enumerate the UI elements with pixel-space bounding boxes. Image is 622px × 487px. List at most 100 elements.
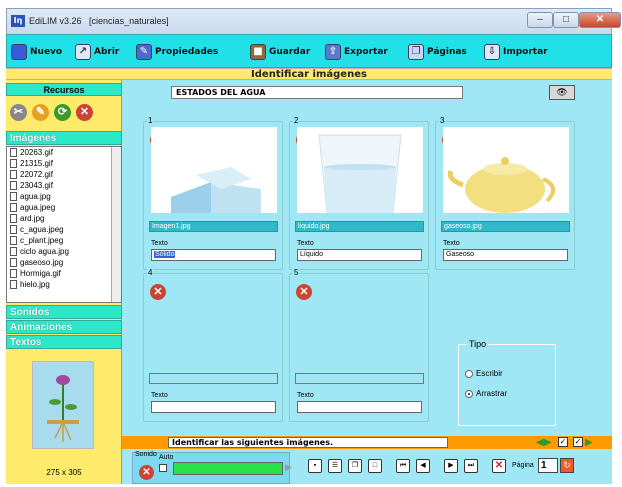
checkbox-icon-2[interactable]: ✓ bbox=[573, 437, 583, 447]
list-item[interactable]: agua.jpg bbox=[7, 191, 121, 202]
open-folder-icon: ↗ bbox=[75, 44, 91, 60]
edit-icon[interactable]: ✎ bbox=[32, 104, 49, 121]
toolbar-save-label: Guardar bbox=[269, 47, 311, 57]
delete-page-button[interactable]: ✕ bbox=[492, 459, 506, 473]
section-images[interactable]: Imágenes bbox=[6, 131, 122, 145]
list-item[interactable]: Hormiga.gif bbox=[7, 268, 121, 279]
list-item[interactable]: gaseoso.jpg bbox=[7, 257, 121, 268]
file-icon bbox=[10, 258, 17, 267]
auto-checkbox[interactable] bbox=[159, 464, 167, 472]
auto-label: Auto bbox=[159, 454, 174, 461]
card-text-label: Texto bbox=[151, 392, 168, 399]
card-text-input[interactable] bbox=[297, 401, 422, 413]
main-toolbar: Nuevo ↗ Abrir ✎ Propiedades ■ Guardar ⇪ Expo… bbox=[6, 34, 612, 68]
page-title-input[interactable]: ESTADOS DEL AGUA bbox=[171, 86, 463, 99]
list-item[interactable]: hielo.jpg bbox=[7, 279, 121, 290]
first-page-button[interactable]: ⏮ bbox=[396, 459, 410, 473]
card-image-teapot[interactable] bbox=[443, 127, 569, 213]
list-item[interactable]: c_plant.jpeg bbox=[7, 235, 121, 246]
list-item[interactable]: c_agua.jpeg bbox=[7, 224, 121, 235]
list-view-button[interactable]: ☰ bbox=[328, 459, 342, 473]
toolbar-pages-label: Páginas bbox=[427, 47, 467, 57]
image-card-1: 1 ✕ Imagen1.jpg Texto Sólido bbox=[143, 116, 283, 270]
card-text-input[interactable]: Gaseoso bbox=[443, 249, 568, 261]
delete-sound-icon[interactable]: ✕ bbox=[139, 465, 154, 480]
file-icon bbox=[10, 269, 17, 278]
go-page-button[interactable]: ↻ bbox=[560, 458, 574, 473]
radio-write-circle[interactable] bbox=[465, 369, 473, 378]
checkbox-icon[interactable]: ✓ bbox=[558, 437, 568, 447]
card-filename[interactable] bbox=[149, 373, 278, 384]
page-number-input[interactable]: 1 bbox=[538, 458, 558, 473]
preview-eye-button[interactable]: 👁 bbox=[549, 85, 575, 100]
card-filename[interactable]: gaseoso.jpg bbox=[441, 221, 570, 232]
toolbar-pages-button[interactable]: ❐ Páginas bbox=[408, 42, 467, 62]
scissors-icon[interactable]: ✂ bbox=[10, 104, 27, 121]
file-name-label: gaseoso.jpg bbox=[20, 258, 64, 267]
list-item[interactable]: 22072.gif bbox=[7, 169, 121, 180]
image-card-2: 2 ✕ liquido.jpg Texto Líquido bbox=[289, 116, 429, 270]
close-button[interactable]: ✕ bbox=[579, 12, 621, 28]
file-icon bbox=[10, 203, 17, 212]
toolbar-import-button[interactable]: ⇩ Importar bbox=[484, 42, 548, 62]
arrows-left-icon[interactable]: ◀▶ bbox=[536, 437, 551, 448]
save-page-button[interactable]: ▪ bbox=[308, 459, 322, 473]
toolbar-export-button[interactable]: ⇪ Exportar bbox=[325, 42, 388, 62]
list-item[interactable]: 23043.gif bbox=[7, 180, 121, 191]
radio-drag-circle[interactable] bbox=[465, 389, 473, 398]
new-page-button[interactable]: □ bbox=[368, 459, 382, 473]
list-item[interactable]: 21315.gif bbox=[7, 158, 121, 169]
card-image-ice[interactable] bbox=[151, 127, 277, 213]
card-number: 4 bbox=[147, 268, 154, 277]
radio-write[interactable]: Escribir bbox=[465, 369, 503, 378]
floppy-icon: ▪ bbox=[313, 462, 317, 469]
file-name-label: c_plant.jpeg bbox=[20, 236, 64, 245]
section-sounds[interactable]: Sonidos bbox=[6, 305, 122, 319]
card-filename[interactable]: Imagen1.jpg bbox=[149, 221, 278, 232]
file-name-label: hielo.jpg bbox=[20, 280, 50, 289]
card-image-water[interactable] bbox=[297, 127, 423, 213]
list-item[interactable]: ciclo agua.jpg bbox=[7, 246, 121, 257]
window-titlebar: Iη EdiLIM v3.26 [ciencias_naturales] – □… bbox=[6, 8, 621, 34]
card-filename[interactable] bbox=[295, 373, 424, 384]
toolbar-new-label: Nuevo bbox=[30, 47, 63, 57]
file-list-scrollbar[interactable] bbox=[111, 147, 121, 302]
copy-page-button[interactable]: ❐ bbox=[348, 459, 362, 473]
file-icon bbox=[10, 181, 17, 190]
refresh-icon[interactable]: ⟳ bbox=[54, 104, 71, 121]
sound-progress-bar[interactable] bbox=[173, 462, 283, 475]
next-page-button[interactable]: ▶ bbox=[444, 459, 458, 473]
toolbar-properties-button[interactable]: ✎ Propiedades bbox=[136, 42, 218, 62]
radio-drag[interactable]: Arrastrar bbox=[465, 389, 507, 398]
arrows-right-icon[interactable]: ▶ bbox=[585, 437, 593, 448]
file-name-label: Hormiga.gif bbox=[20, 269, 61, 278]
play-icon[interactable]: ▶ bbox=[285, 462, 292, 473]
file-name-label: 21315.gif bbox=[20, 159, 53, 168]
list-item[interactable]: agua.jpeg bbox=[7, 202, 121, 213]
toolbar-new-button[interactable]: Nuevo bbox=[11, 42, 62, 62]
maximize-button[interactable]: □ bbox=[553, 12, 579, 28]
delete-card-icon[interactable]: ✕ bbox=[296, 284, 312, 300]
radio-write-label: Escribir bbox=[476, 369, 503, 378]
prev-page-button[interactable]: ◀ bbox=[416, 459, 430, 473]
card-text-input[interactable]: Sólido bbox=[151, 249, 276, 261]
last-page-button[interactable]: ⏭ bbox=[464, 459, 478, 473]
list-icon: ☰ bbox=[331, 462, 339, 469]
file-icon bbox=[10, 148, 17, 157]
minimize-button[interactable]: – bbox=[527, 12, 553, 28]
image-card-4: 4 ✕ Texto bbox=[143, 268, 283, 422]
section-animations[interactable]: Animaciones bbox=[6, 320, 122, 334]
file-list[interactable]: 20263.gif 21315.gif 22072.gif 23043.gif … bbox=[6, 146, 122, 303]
card-filename[interactable]: liquido.jpg bbox=[295, 221, 424, 232]
list-item[interactable]: 20263.gif bbox=[7, 147, 121, 158]
section-texts[interactable]: Textos bbox=[6, 335, 122, 349]
card-text-input[interactable] bbox=[151, 401, 276, 413]
toolbar-save-button[interactable]: ■ Guardar bbox=[250, 42, 310, 62]
go-icon: ↻ bbox=[563, 460, 571, 470]
card-text-input[interactable]: Líquido bbox=[297, 249, 422, 261]
delete-card-icon[interactable]: ✕ bbox=[150, 284, 166, 300]
instruction-input[interactable]: Identificar las siguientes imágenes. bbox=[168, 437, 448, 448]
list-item[interactable]: ard.jpg bbox=[7, 213, 121, 224]
toolbar-open-button[interactable]: ↗ Abrir bbox=[75, 42, 119, 62]
delete-icon[interactable]: ✕ bbox=[76, 104, 93, 121]
